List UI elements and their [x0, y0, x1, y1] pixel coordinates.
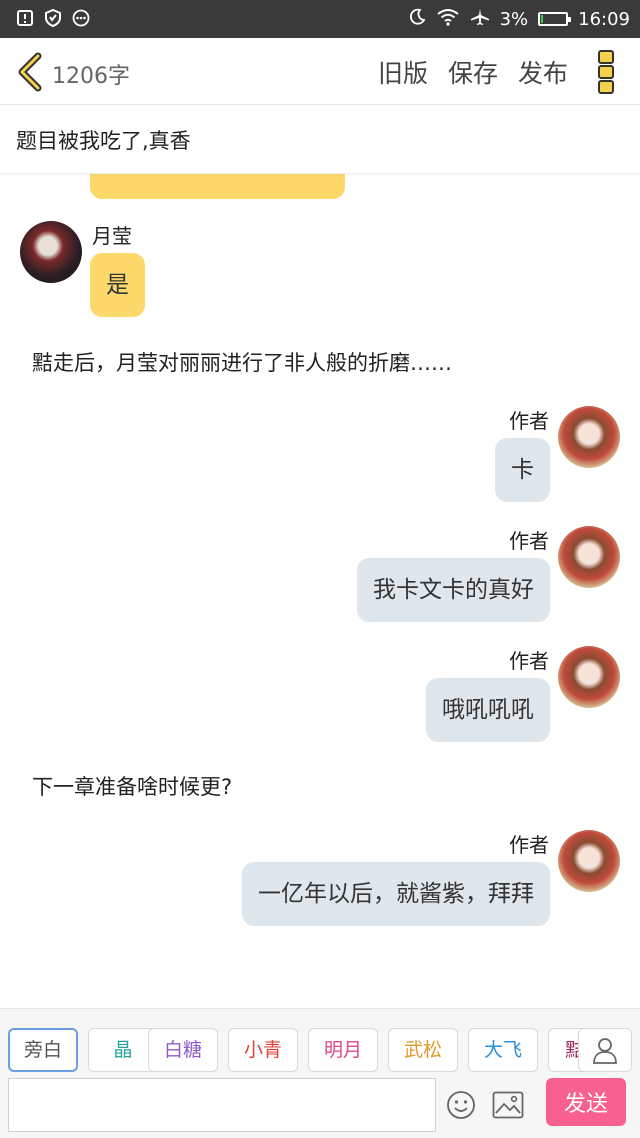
narration-text[interactable]: 下一章准备啥时候更?: [32, 771, 232, 801]
speaker-name: 月莹: [92, 224, 132, 248]
emoji-icon[interactable]: [446, 1090, 476, 1120]
speaker-name: 作者: [509, 649, 549, 673]
avatar-author[interactable]: [558, 646, 620, 708]
role-chip-baitang[interactable]: 白糖: [148, 1028, 218, 1072]
input-bar: 发送: [0, 1078, 640, 1138]
narration-text[interactable]: 黠走后，月莹对丽丽进行了非人般的折磨……: [32, 347, 452, 377]
editor-toolbar: 1206字 旧版 保存 发布: [0, 38, 640, 105]
clock: 16:09: [578, 8, 630, 30]
wifi-icon: [436, 8, 460, 31]
image-icon[interactable]: [492, 1091, 524, 1119]
message-bubble[interactable]: 我卡文卡的真好: [357, 558, 550, 622]
airplane-icon: [470, 8, 490, 31]
word-count: 1206字: [52, 64, 130, 89]
role-selector: 旁白 晶 白糖 小青 明月 武松 大飞 黠: [0, 1008, 640, 1079]
send-button[interactable]: 发送: [546, 1078, 626, 1126]
save-button[interactable]: 保存: [448, 54, 498, 90]
chapter-title-bar[interactable]: 题目被我吃了,真香: [0, 105, 640, 174]
status-bar: 3% 16:09: [0, 0, 640, 38]
speaker-name: 作者: [509, 409, 549, 433]
message-bubble[interactable]: 卡: [495, 438, 550, 502]
shield-icon: [44, 9, 62, 27]
battery-level-fill: [541, 15, 544, 23]
message-bubble-partial: [90, 173, 345, 199]
speaker-name: 作者: [509, 833, 549, 857]
avatar-author[interactable]: [558, 830, 620, 892]
message-input[interactable]: [8, 1078, 436, 1132]
chapter-title: 题目被我吃了,真香: [16, 129, 191, 153]
person-icon[interactable]: [578, 1028, 632, 1072]
moon-icon: [408, 8, 426, 31]
role-chip-narrator[interactable]: 旁白: [8, 1028, 78, 1072]
more-menu-icon[interactable]: [598, 50, 618, 94]
message-bubble[interactable]: 是: [90, 253, 145, 317]
more-icon: [72, 9, 90, 27]
message-bubble[interactable]: 哦吼吼吼: [426, 678, 550, 742]
speaker-name: 作者: [509, 529, 549, 553]
publish-button[interactable]: 发布: [518, 54, 568, 90]
back-chevron-icon[interactable]: [14, 52, 46, 92]
role-chip-wusong[interactable]: 武松: [388, 1028, 458, 1072]
old-version-button[interactable]: 旧版: [378, 54, 428, 90]
role-chip-xiaoqing[interactable]: 小青: [228, 1028, 298, 1072]
role-chip-dafei[interactable]: 大飞: [468, 1028, 538, 1072]
alert-icon: [16, 9, 34, 27]
role-chip-mingyue[interactable]: 明月: [308, 1028, 378, 1072]
avatar-author[interactable]: [558, 406, 620, 468]
avatar-yueying[interactable]: [20, 221, 82, 283]
battery-icon: [538, 12, 572, 26]
battery-percent: 3%: [499, 8, 529, 30]
message-bubble[interactable]: 一亿年以后，就酱紫，拜拜: [242, 862, 550, 926]
avatar-author[interactable]: [558, 526, 620, 588]
chat-area[interactable]: 月莹 是 黠走后，月莹对丽丽进行了非人般的折磨…… 作者 卡 作者 我卡文卡的真…: [0, 173, 640, 1008]
